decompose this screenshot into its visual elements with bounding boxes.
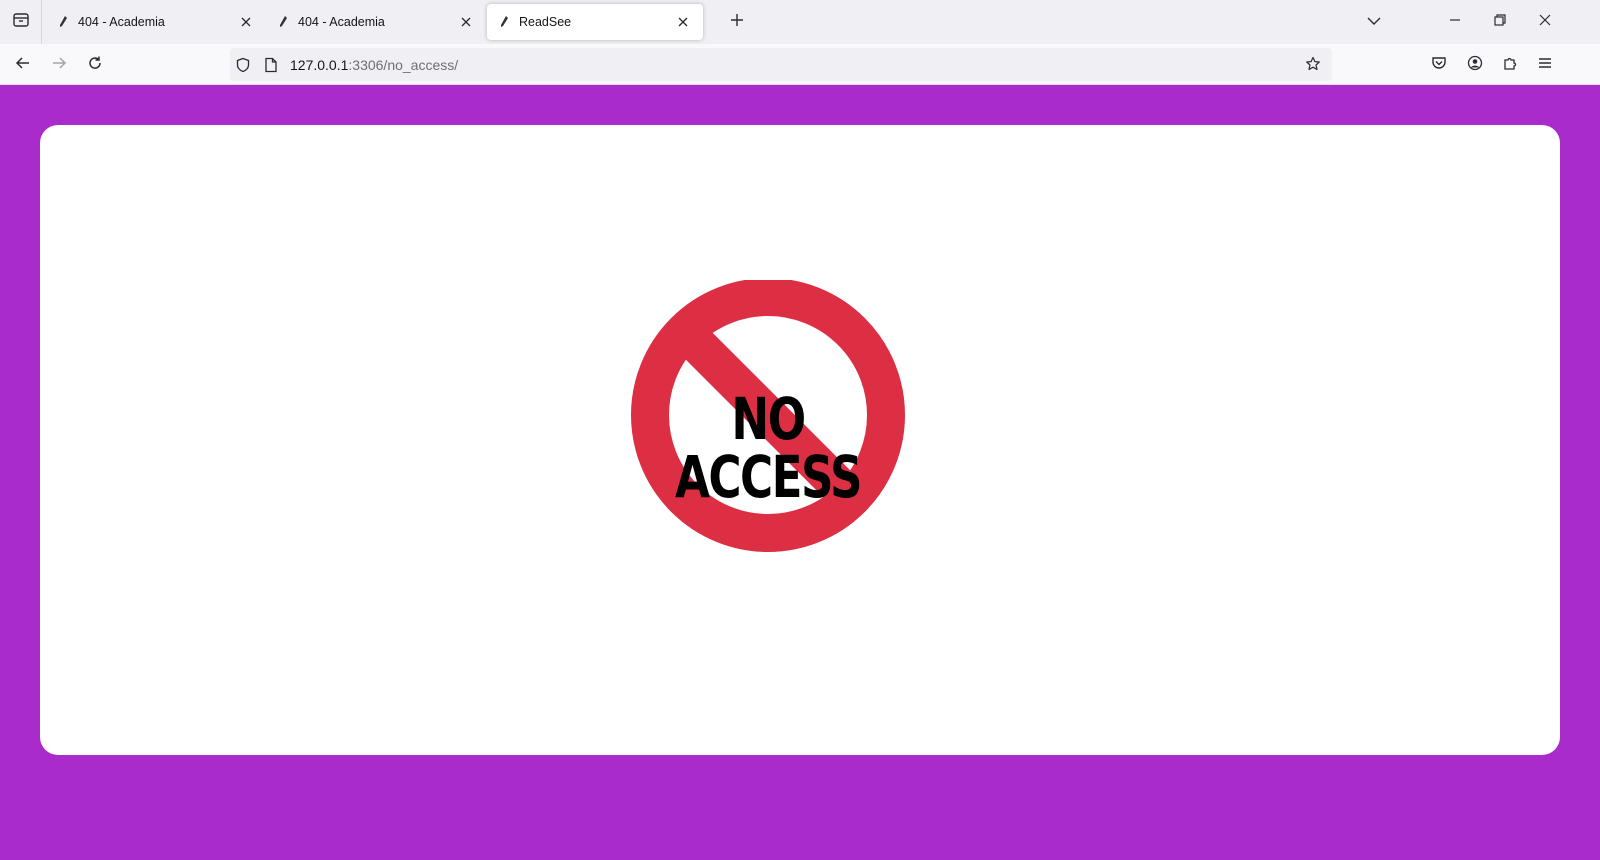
pocket-icon [1431,55,1447,76]
restore-button[interactable] [1477,0,1523,44]
tab-readsee[interactable]: ReadSee [487,4,703,40]
restore-icon [1494,13,1506,31]
bookmark-star-icon[interactable] [1302,53,1324,75]
tab-close-icon[interactable] [673,12,693,32]
arrow-left-icon [15,55,31,76]
tab-title: ReadSee [519,15,572,29]
chevron-down-icon [1367,13,1381,31]
forward-button[interactable] [46,52,72,78]
content-card: NO ACCESS [40,125,1560,755]
account-button[interactable] [1462,52,1488,78]
pen-favicon-icon [56,15,70,29]
minimize-button[interactable] [1432,0,1478,44]
url-text[interactable]: 127.0.0.1:3306/no_access/ [290,57,458,73]
new-tab-button[interactable] [725,10,749,34]
no-access-text: NO ACCESS [674,385,863,511]
plus-icon [730,13,744,32]
hamburger-menu-icon [1537,55,1553,76]
tab-academia-1[interactable]: 404 - Academia [46,4,266,40]
puzzle-icon [1502,55,1518,76]
extensions-button[interactable] [1497,52,1523,78]
back-button[interactable] [10,52,36,78]
reload-button[interactable] [82,52,108,78]
minimize-icon [1449,13,1461,31]
page-info-icon[interactable] [260,54,282,76]
tab-close-icon[interactable] [236,12,256,32]
close-icon [1539,13,1551,31]
url-path: :3306/no_access/ [348,56,459,73]
arrow-right-icon [51,55,67,76]
address-bar[interactable]: 127.0.0.1:3306/no_access/ [230,48,1332,81]
pen-favicon-icon [276,15,290,29]
close-window-button[interactable] [1522,0,1568,44]
account-icon [1467,55,1483,76]
tab-title: 404 - Academia [298,15,385,29]
app-menu-button[interactable] [1532,52,1558,78]
pocket-button[interactable] [1426,52,1452,78]
reload-icon [87,55,103,76]
list-all-tabs-button[interactable] [1351,0,1397,44]
tab-title: 404 - Academia [78,15,165,29]
shield-icon[interactable] [232,54,254,76]
tab-list-icon [12,11,30,34]
pen-favicon-icon [497,15,511,29]
tab-overview-button[interactable] [0,0,42,44]
navigation-toolbar: 127.0.0.1:3306/no_access/ [0,44,1600,85]
tab-academia-2[interactable]: 404 - Academia [266,4,486,40]
tab-close-icon[interactable] [456,12,476,32]
tab-strip: 404 - Academia 404 - Academia ReadSee [0,0,1600,44]
no-access-sign: NO ACCESS [600,280,960,580]
url-host: 127.0.0.1 [290,56,349,73]
